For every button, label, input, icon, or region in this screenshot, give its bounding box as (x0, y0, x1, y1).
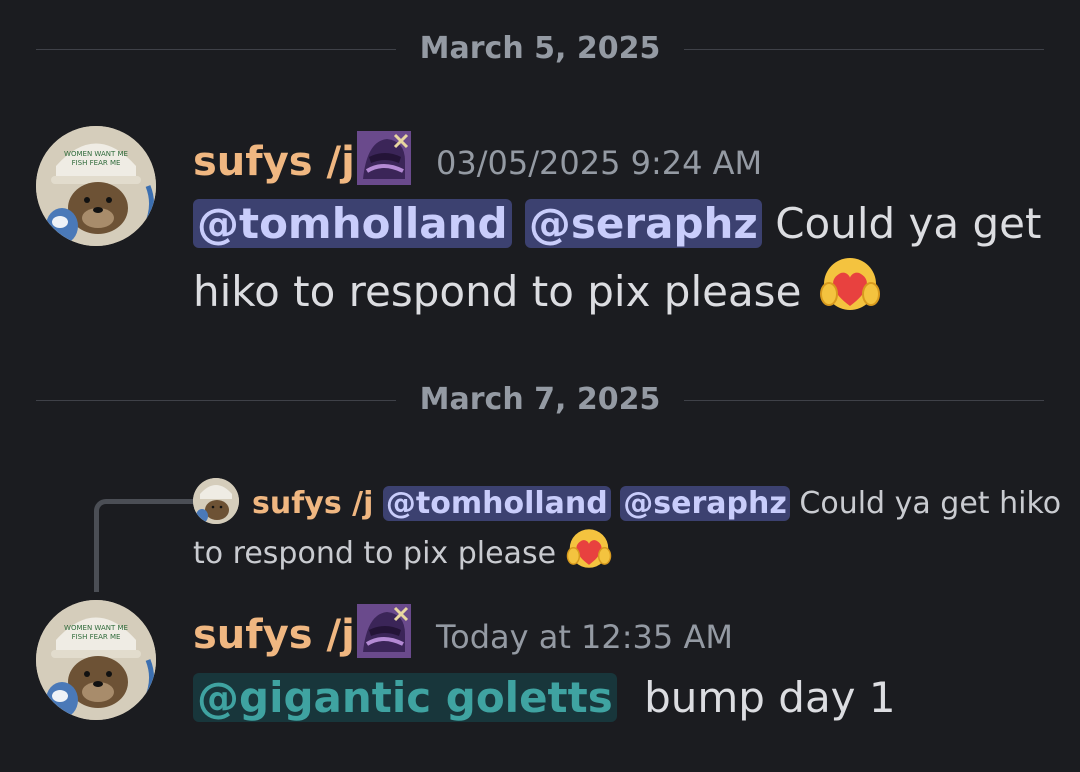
user-avatar[interactable]: WOMEN WANT ME FISH FEAR ME (36, 600, 156, 720)
svg-text:FISH FEAR ME: FISH FEAR ME (72, 159, 121, 167)
date-divider-label: March 7, 2025 (395, 382, 685, 417)
message-text: hiko to respond to pix please (193, 267, 802, 316)
svg-text:WOMEN WANT ME: WOMEN WANT ME (64, 150, 128, 158)
user-mention[interactable]: @tomholland (382, 486, 611, 521)
message-text: bump day 1 (644, 673, 896, 722)
svg-text:FISH FEAR ME: FISH FEAR ME (72, 633, 121, 641)
message-content: @tomholland @seraphz Could ya get (193, 190, 1041, 258)
user-avatar[interactable]: WOMEN WANT ME FISH FEAR ME (36, 126, 156, 246)
role-mention[interactable]: @gigantic goletts (193, 673, 617, 722)
username[interactable]: sufys /j (193, 611, 355, 659)
message-timestamp[interactable]: 03/05/2025 9:24 AM (436, 143, 762, 183)
heart-hug-emoji (566, 529, 611, 568)
user-mention[interactable]: @seraphz (524, 199, 762, 248)
svg-text:WOMEN WANT ME: WOMEN WANT ME (64, 624, 128, 632)
reply-username[interactable]: sufys /j (252, 486, 373, 521)
reply-text: to respond to pix please (193, 536, 557, 571)
role-icon[interactable] (357, 131, 411, 185)
message-timestamp[interactable]: Today at 12:35 AM (436, 617, 733, 657)
user-mention[interactable]: @seraphz (620, 486, 790, 521)
heart-hug-emoji[interactable] (819, 258, 881, 314)
role-icon[interactable] (357, 604, 411, 658)
message-content: hiko to respond to pix please (193, 258, 881, 326)
reply-text: Could ya get hiko (799, 486, 1062, 521)
user-mention[interactable]: @tomholland (193, 199, 512, 248)
message-text: Could ya get (775, 199, 1042, 248)
reply-avatar[interactable] (193, 478, 239, 524)
username[interactable]: sufys /j (193, 138, 355, 186)
message-content: @gigantic goletts bump day 1 (193, 664, 896, 732)
reply-connector (94, 499, 195, 592)
reply-preview[interactable]: to respond to pix please (193, 529, 612, 579)
date-divider-label: March 5, 2025 (395, 31, 685, 66)
reply-preview[interactable]: sufys /j @tomholland @seraphz Could ya g… (252, 479, 1061, 529)
